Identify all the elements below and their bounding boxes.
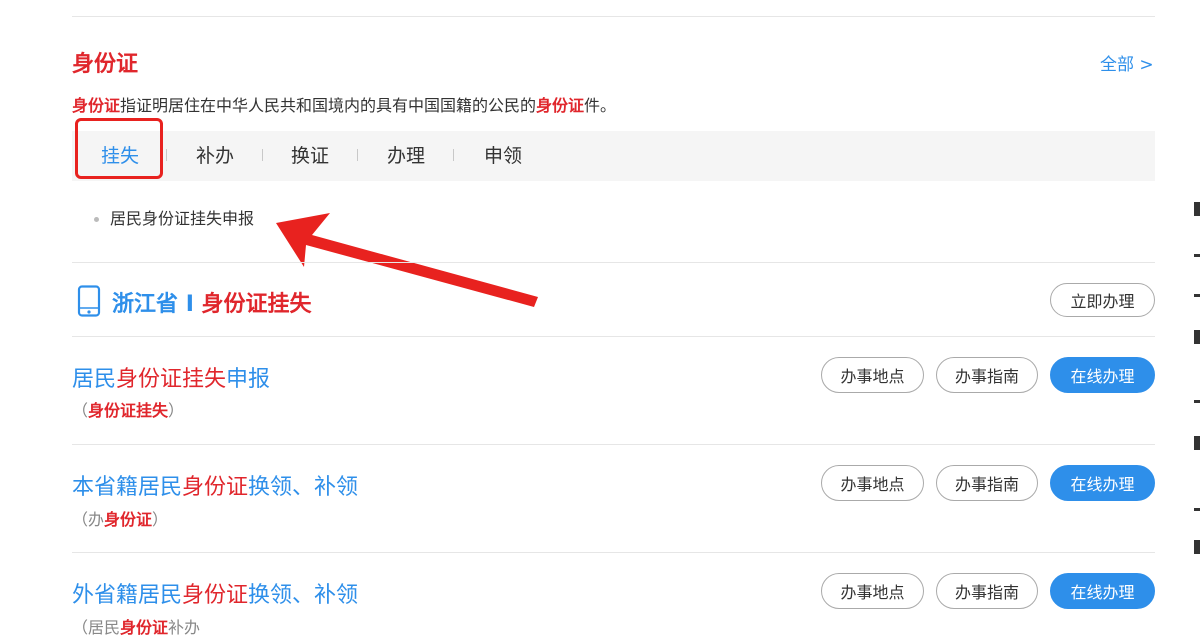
region-province: 浙江省 <box>112 292 179 317</box>
title-part-highlight: 身份证挂失 <box>116 367 227 392</box>
service-subtitle-3: （居民身份证补办 <box>72 614 200 638</box>
guide-button[interactable]: 办事指南 <box>936 573 1038 609</box>
right-sidebar-fragments <box>1190 190 1200 590</box>
tab-separator <box>166 149 167 161</box>
service-subtitle-1: （身份证挂失） <box>72 397 184 421</box>
title-part: 外省籍居民 <box>72 583 183 608</box>
tab-banli[interactable]: 办理 <box>387 131 425 181</box>
tab-shenling[interactable]: 申领 <box>484 131 522 181</box>
location-button[interactable]: 办事地点 <box>821 465 924 501</box>
bullet-dot <box>94 217 99 222</box>
divider <box>72 336 1155 337</box>
section-description: 身份证指证明居住在中华人民共和国境内的具有中国国籍的公民的身份证件。 <box>72 92 616 116</box>
description-text: 指证明居住在中华人民共和国境内的具有中国国籍的公民的 <box>120 96 537 115</box>
location-button[interactable]: 办事地点 <box>821 573 924 609</box>
tab-buban[interactable]: 补办 <box>196 131 234 181</box>
mobile-phone-icon <box>77 285 101 317</box>
title-part: 申报 <box>226 367 271 392</box>
title-part: 居民 <box>72 367 117 392</box>
sub-part: 补办 <box>168 618 201 637</box>
tab-result-label: 居民身份证挂失申报 <box>110 209 255 228</box>
sub-part: （办 <box>72 510 105 529</box>
title-part: 换领、补领 <box>248 475 359 500</box>
sub-part: （居民 <box>72 618 121 637</box>
service-subtitle-2: （办身份证） <box>72 506 168 530</box>
red-arrow-annotation <box>276 213 538 307</box>
sub-part: ） <box>152 510 169 529</box>
description-highlight: 身份证 <box>72 96 121 115</box>
service-title-2[interactable]: 本省籍居民身份证换领、补领 <box>72 469 358 501</box>
sub-part-highlight: 身份证 <box>104 510 153 529</box>
service-title-3[interactable]: 外省籍居民身份证换领、补领 <box>72 577 358 609</box>
apply-now-button[interactable]: 立即办理 <box>1050 283 1155 317</box>
active-tab-highlight-box <box>75 118 163 179</box>
tab-result-item[interactable]: 居民身份证挂失申报 <box>94 205 254 229</box>
section-title: 身份证 <box>72 52 139 77</box>
sub-part-highlight: 身份证 <box>120 618 169 637</box>
service-title-1[interactable]: 居民身份证挂失申报 <box>72 361 270 393</box>
guide-button[interactable]: 办事指南 <box>936 357 1038 393</box>
description-text: 件。 <box>584 96 617 115</box>
divider <box>72 444 1155 445</box>
tab-bar <box>72 131 1155 181</box>
divider <box>72 262 1155 263</box>
sub-part: ） <box>168 401 185 420</box>
title-part-highlight: 身份证 <box>182 475 249 500</box>
region-separator: I <box>185 292 194 317</box>
title-part-highlight: 身份证 <box>182 583 249 608</box>
online-apply-button[interactable]: 在线办理 <box>1050 573 1155 609</box>
title-part: 换领、补领 <box>248 583 359 608</box>
online-apply-button[interactable]: 在线办理 <box>1050 357 1155 393</box>
title-part: 本省籍居民 <box>72 475 183 500</box>
tab-separator <box>262 149 263 161</box>
guide-button[interactable]: 办事指南 <box>936 465 1038 501</box>
location-button[interactable]: 办事地点 <box>821 357 924 393</box>
description-highlight: 身份证 <box>536 96 585 115</box>
divider <box>72 552 1155 553</box>
tab-huanzheng[interactable]: 换证 <box>291 131 329 181</box>
region-topic: 身份证挂失 <box>201 292 312 317</box>
region-heading: 浙江省 I 身份证挂失 <box>112 286 312 318</box>
sub-part: （ <box>72 401 89 420</box>
top-divider <box>72 16 1155 17</box>
sub-part-highlight: 身份证挂失 <box>88 401 169 420</box>
tab-separator <box>357 149 358 161</box>
all-link[interactable]: 全部 > <box>1100 50 1154 75</box>
tab-separator <box>453 149 454 161</box>
online-apply-button[interactable]: 在线办理 <box>1050 465 1155 501</box>
